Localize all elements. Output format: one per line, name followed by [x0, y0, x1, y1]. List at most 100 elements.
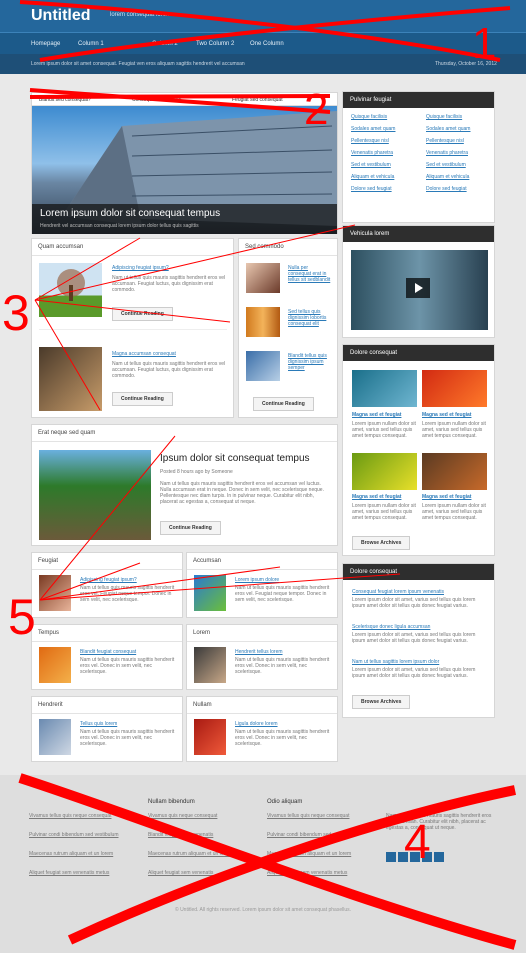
- item-link[interactable]: Lorem ipsum dolore: [235, 577, 279, 583]
- footer-link[interactable]: Pulvinar condi bibendum sed vestibulum: [29, 832, 119, 838]
- play-icon[interactable]: [434, 852, 444, 862]
- sidebar-link[interactable]: Venenatis pharetra: [426, 150, 468, 156]
- sidebar-link[interactable]: Dolore sed feugiat: [426, 186, 467, 192]
- nav-item-two-column[interactable]: Two Column 2: [196, 41, 234, 47]
- section-title: Accumsan: [187, 553, 337, 570]
- footer-link[interactable]: Maecenas rutrum aliquam et un lorem: [148, 851, 232, 857]
- chat-icon[interactable]: [386, 852, 396, 862]
- sidebar-link[interactable]: Sodales amet quam: [426, 126, 470, 132]
- item-link[interactable]: Sed tellus quis dignissim lobortis conse…: [288, 309, 332, 327]
- footer-link[interactable]: Blandit feugiat sem venenatis: [148, 832, 213, 838]
- sidebar-link[interactable]: Venenatis pharetra: [351, 150, 393, 156]
- continue-reading-button[interactable]: Continue Reading: [253, 397, 314, 411]
- small-box-0: Feugiat Adipiscing feugiat ipsum? Nam ut…: [31, 552, 183, 618]
- dice-thumbnail[interactable]: [39, 647, 71, 683]
- item-link[interactable]: Tellus quis lorem: [80, 721, 117, 727]
- section-title: Feugiat: [32, 553, 182, 570]
- rss-icon[interactable]: [422, 852, 432, 862]
- item-link[interactable]: Adipiscing feugiat ipsum?: [80, 577, 137, 583]
- feature-title[interactable]: Lorem ipsum dolor sit consequat tempus: [40, 208, 220, 219]
- item-link[interactable]: Magna sed et feugiat: [422, 494, 471, 500]
- item-link[interactable]: Magna sed et feugiat: [422, 412, 471, 418]
- small-box-3: Lorem Hendrerit tellus lorem Nam ut tell…: [186, 624, 338, 690]
- footer-link[interactable]: Pulvinar condi bibendum sed: [267, 832, 331, 838]
- item-link[interactable]: Magna accumsan consequat: [112, 351, 176, 357]
- video-thumbnail[interactable]: [351, 250, 488, 330]
- tree-thumbnail[interactable]: [39, 263, 102, 317]
- surgeon-thumbnail[interactable]: [352, 370, 417, 407]
- footer-link[interactable]: Maecenas rutrum aliquam et un lorem: [267, 851, 351, 857]
- building-thumbnail[interactable]: [246, 351, 280, 381]
- nav-item-column-1[interactable]: Column 1: [78, 41, 104, 47]
- facebook-icon[interactable]: [398, 852, 408, 862]
- article-text: Nam ut tellus quis mauris sagittis hendr…: [160, 481, 324, 505]
- browse-archives-button[interactable]: Browse Archives: [352, 536, 411, 550]
- item-link[interactable]: Nulla per consequat erat in tellus sit s…: [288, 265, 332, 283]
- woman-thumbnail[interactable]: [39, 575, 71, 611]
- footer-link[interactable]: Aliquet feugiat sem venenatis: [148, 870, 213, 876]
- item-link[interactable]: Blandit tellus quis dignissim ipsum semp…: [288, 353, 332, 371]
- item-link[interactable]: Blandit feugiat consequat: [80, 649, 136, 655]
- sidebar-link[interactable]: Pellentesque nisl: [351, 138, 389, 144]
- item-link[interactable]: Magna sed et feugiat: [352, 494, 401, 500]
- footer-link[interactable]: Vivamus quis neque consequat: [148, 813, 217, 819]
- sidebar-link[interactable]: Dolore sed feugiat: [351, 186, 392, 192]
- flowers-thumbnail[interactable]: [352, 453, 417, 490]
- pencils-thumbnail[interactable]: [246, 307, 280, 337]
- footer-link[interactable]: Vivamus tellus quis neque consequat: [29, 813, 111, 819]
- sidebar-link[interactable]: Sed et vestibulum: [351, 162, 391, 168]
- play-button[interactable]: [406, 278, 430, 298]
- feature-tab-3[interactable]: Feugiat sed consequat: [232, 97, 283, 103]
- nav-item-one-column[interactable]: One Column: [250, 41, 284, 47]
- sidebar-link[interactable]: Quisque facilisis: [351, 114, 387, 120]
- woman-thumbnail[interactable]: [39, 347, 102, 411]
- nav-item-homepage[interactable]: Homepage: [31, 41, 60, 47]
- item-link[interactable]: Scelerisque donec ligula accumsan: [352, 624, 430, 630]
- site-logo[interactable]: Untitled: [31, 7, 91, 25]
- tulip-thumbnail[interactable]: [422, 370, 487, 407]
- footer-link[interactable]: Maecenas rutrum aliquam et un lorem: [29, 851, 113, 857]
- sidebar-link[interactable]: Quisque facilisis: [426, 114, 462, 120]
- nav-item-column-2[interactable]: Column 2: [152, 41, 178, 47]
- feature-tabs: Blandit sed consequat? Consequat vestibu…: [32, 93, 337, 106]
- browse-archives-button[interactable]: Browse Archives: [352, 695, 411, 709]
- item-link[interactable]: Consequat feugiat lorem ipsum venenatis: [352, 589, 444, 595]
- item-text: Lorem ipsum dolor sit amet, varius sed t…: [352, 667, 476, 679]
- item-link[interactable]: Magna sed et feugiat: [352, 412, 401, 418]
- article-headline[interactable]: Ipsum dolor sit consequat tempus: [160, 453, 310, 464]
- item-link[interactable]: Adipiscing feugiat ipsum?: [112, 265, 169, 271]
- footer-link[interactable]: Aliquet feugiat sem venenatis metus: [29, 870, 109, 876]
- girl-thumbnail[interactable]: [246, 263, 280, 293]
- sidebar-link[interactable]: Sed et vestibulum: [426, 162, 466, 168]
- section-title: Sed commodo: [239, 239, 337, 256]
- feature-tab-2[interactable]: Consequat vestibulum: [132, 97, 181, 103]
- section-title: Hendrerit: [32, 697, 182, 714]
- sidebar-link[interactable]: Pellentesque nisl: [426, 138, 464, 144]
- small-box-1: Accumsan Lorem ipsum dolore Nam ut tellu…: [186, 552, 338, 618]
- footer-link[interactable]: Vivamus tellus quis neque consequat: [267, 813, 349, 819]
- feature-tab-1[interactable]: Blandit sed consequat?: [39, 97, 91, 103]
- footer-col-title: Nullam bibendum: [148, 799, 195, 805]
- feature-image[interactable]: Lorem ipsum dolor sit consequat tempus H…: [32, 106, 337, 234]
- great-wall-image[interactable]: [39, 450, 151, 540]
- tomatoes-thumbnail[interactable]: [194, 719, 226, 755]
- sidebar-link[interactable]: Aliquam et vehicula: [426, 174, 469, 180]
- item-link[interactable]: Ligula dolore lorem: [235, 721, 278, 727]
- landscape-thumbnail[interactable]: [194, 575, 226, 611]
- continue-reading-button[interactable]: Continue Reading: [112, 307, 173, 321]
- city-thumbnail[interactable]: [39, 719, 71, 755]
- twitter-icon[interactable]: [410, 852, 420, 862]
- sidebar-link[interactable]: Sodales amet quam: [351, 126, 395, 132]
- social-icons: [386, 852, 444, 864]
- continue-reading-button[interactable]: Continue Reading: [112, 392, 173, 406]
- item-text: Nam ut tellus quis mauris sagittis hendr…: [80, 585, 175, 603]
- footer-link[interactable]: Aliquet feugiat sem venenatis metus: [267, 870, 347, 876]
- item-link[interactable]: Hendrerit tellus lorem: [235, 649, 283, 655]
- footer-col-title: Odio aliquam: [267, 799, 303, 805]
- man-thumbnail[interactable]: [194, 647, 226, 683]
- item-link[interactable]: Nam ut tellus sagittis lorem ipsum dolor: [352, 659, 439, 665]
- wood-thumbnail[interactable]: [422, 453, 487, 490]
- sidebar-link[interactable]: Aliquam et vehicula: [351, 174, 394, 180]
- continue-reading-button[interactable]: Continue Reading: [160, 521, 221, 535]
- section-title: Lorem: [187, 625, 337, 642]
